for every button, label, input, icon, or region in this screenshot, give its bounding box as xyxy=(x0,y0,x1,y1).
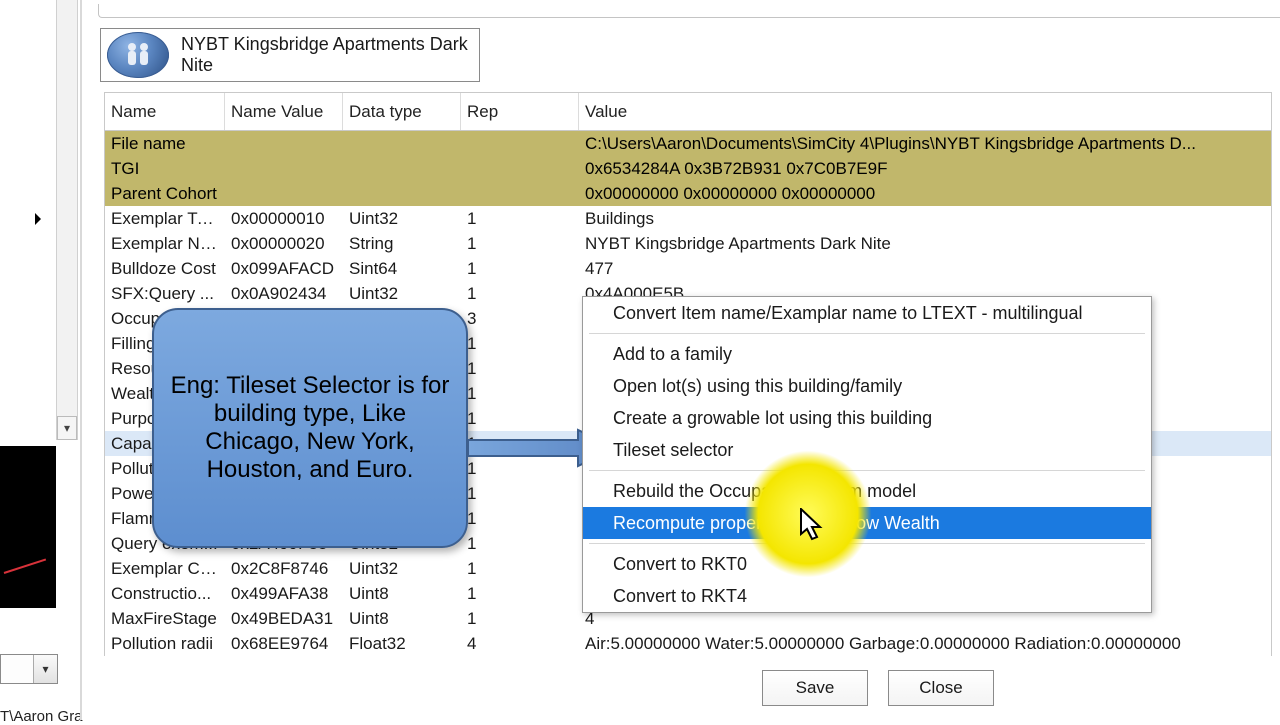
left-scrollbar[interactable]: ▾ xyxy=(56,0,78,440)
cell-dt: Uint32 xyxy=(343,559,461,579)
chevron-down-icon[interactable]: ▾ xyxy=(33,655,57,683)
top-frame-rule xyxy=(98,4,1280,18)
table-row[interactable]: Pollution radii0x68EE9764Float324Air:5.0… xyxy=(105,631,1271,656)
table-row[interactable]: Parent Cohort 0x00000000 0x00000000 0x000… xyxy=(105,181,1271,206)
callout-text: Eng: Tileset Selector is for building ty… xyxy=(170,372,450,484)
cell-val: 477 xyxy=(579,259,1271,279)
cell-rep: 1 xyxy=(461,559,579,579)
path-label: T\Aaron Gra xyxy=(0,708,83,725)
grid-header-row: Name Name Value Data type Rep Value xyxy=(105,93,1271,131)
cell-dt: Uint32 xyxy=(343,284,461,304)
table-row[interactable]: Exemplar Na...0x00000020String1NYBT King… xyxy=(105,231,1271,256)
context-menu[interactable]: Convert Item name/Examplar name to LTEXT… xyxy=(582,296,1152,613)
cell-val: C:\Users\Aaron\Documents\SimCity 4\Plugi… xyxy=(579,134,1271,154)
cell-nv: 0x00000020 xyxy=(225,234,343,254)
cell-name: Exemplar Na... xyxy=(105,234,225,254)
menu-item[interactable]: Convert to RKT4 xyxy=(583,580,1151,612)
cell-rep: 1 xyxy=(461,234,579,254)
cell-rep: 1 xyxy=(461,359,579,379)
exemplar-title-box: NYBT Kingsbridge Apartments Dark Nite xyxy=(100,28,480,82)
preview-thumbnail xyxy=(0,446,56,608)
cell-rep: 1 xyxy=(461,334,579,354)
cell-name: Exemplar Type xyxy=(105,209,225,229)
button-bar: Save Close xyxy=(98,670,1280,716)
menu-separator xyxy=(589,543,1145,544)
close-button[interactable]: Close xyxy=(888,670,994,706)
col-value[interactable]: Value xyxy=(579,93,1271,130)
cell-rep: 1 xyxy=(461,209,579,229)
cell-rep: 1 xyxy=(461,484,579,504)
cell-val: 0x6534284A 0x3B72B931 0x7C0B7E9F xyxy=(579,159,1271,179)
left-panel: ▾ ▾ T\Aaron Gra xyxy=(0,0,90,720)
cell-rep: 1 xyxy=(461,584,579,604)
cell-rep: 1 xyxy=(461,384,579,404)
cell-name: MaxFireStage xyxy=(105,609,225,629)
cell-nv: 0x49BEDA31 xyxy=(225,609,343,629)
cell-nv: 0x00000010 xyxy=(225,209,343,229)
cell-val: 0x00000000 0x00000000 0x00000000 xyxy=(579,184,1271,204)
cell-nv: 0x68EE9764 xyxy=(225,634,343,654)
cell-nv: 0x499AFA38 xyxy=(225,584,343,604)
cell-name: TGI xyxy=(105,159,225,179)
cell-nv: 0x2C8F8746 xyxy=(225,559,343,579)
table-row[interactable]: TGI 0x6534284A 0x3B72B931 0x7C0B7E9F xyxy=(105,156,1271,181)
cell-dt: Sint64 xyxy=(343,259,461,279)
menu-item[interactable]: Convert Item name/Examplar name to LTEXT… xyxy=(583,297,1151,329)
table-row[interactable]: Bulldoze Cost0x099AFACDSint641477 xyxy=(105,256,1271,281)
col-data-type[interactable]: Data type xyxy=(343,93,461,130)
cell-rep: 1 xyxy=(461,259,579,279)
table-row[interactable]: Exemplar Type0x00000010Uint321Buildings xyxy=(105,206,1271,231)
cell-rep: 1 xyxy=(461,284,579,304)
annotation-callout: Eng: Tileset Selector is for building ty… xyxy=(152,308,468,548)
cell-rep: 3 xyxy=(461,309,579,329)
menu-item[interactable]: Tileset selector xyxy=(583,434,1151,466)
exemplar-title: NYBT Kingsbridge Apartments Dark Nite xyxy=(181,34,479,76)
cell-nv: 0x0A902434 xyxy=(225,284,343,304)
menu-item[interactable]: Convert to RKT0 xyxy=(583,548,1151,580)
cell-name: Pollution radii xyxy=(105,634,225,654)
cell-rep: 1 xyxy=(461,609,579,629)
menu-separator xyxy=(589,470,1145,471)
cell-val: Air:5.00000000 Water:5.00000000 Garbage:… xyxy=(579,634,1271,654)
cell-dt: String xyxy=(343,234,461,254)
cell-dt: Uint8 xyxy=(343,609,461,629)
col-name[interactable]: Name xyxy=(105,93,225,130)
menu-item[interactable]: Recompute properties as ($) Low Wealth xyxy=(583,507,1151,539)
menu-item[interactable]: Add to a family xyxy=(583,338,1151,370)
cell-rep: 1 xyxy=(461,534,579,554)
thumbnail-axis-line xyxy=(4,558,46,573)
cell-name: Parent Cohort xyxy=(105,184,225,204)
cell-val: Buildings xyxy=(579,209,1271,229)
cell-dt: Uint8 xyxy=(343,584,461,604)
cell-name: File name xyxy=(105,134,225,154)
cell-dt: Float32 xyxy=(343,634,461,654)
cell-dt: Uint32 xyxy=(343,209,461,229)
vertical-divider xyxy=(80,0,82,720)
expand-arrow-icon xyxy=(35,213,41,225)
cell-rep: 1 xyxy=(461,509,579,529)
table-row[interactable]: File name C:\Users\Aaron\Documents\SimCit… xyxy=(105,131,1271,156)
cell-name: Bulldoze Cost xyxy=(105,259,225,279)
col-rep[interactable]: Rep xyxy=(461,93,579,130)
save-button[interactable]: Save xyxy=(762,670,868,706)
cell-name: Exemplar Ca... xyxy=(105,559,225,579)
left-dropdown[interactable]: ▾ xyxy=(0,654,58,684)
cell-val: NYBT Kingsbridge Apartments Dark Nite xyxy=(579,234,1271,254)
cell-rep: 4 xyxy=(461,634,579,654)
menu-item[interactable]: Open lot(s) using this building/family xyxy=(583,370,1151,402)
scroll-down-button[interactable]: ▾ xyxy=(57,416,77,440)
cell-nv: 0x099AFACD xyxy=(225,259,343,279)
menu-item[interactable]: Create a growable lot using this buildin… xyxy=(583,402,1151,434)
menu-item[interactable]: Rebuild the OccupantSize from model xyxy=(583,475,1151,507)
cell-name: Constructio... xyxy=(105,584,225,604)
menu-separator xyxy=(589,333,1145,334)
col-name-value[interactable]: Name Value xyxy=(225,93,343,130)
exemplar-people-icon xyxy=(107,32,169,78)
cell-name: SFX:Query ... xyxy=(105,284,225,304)
